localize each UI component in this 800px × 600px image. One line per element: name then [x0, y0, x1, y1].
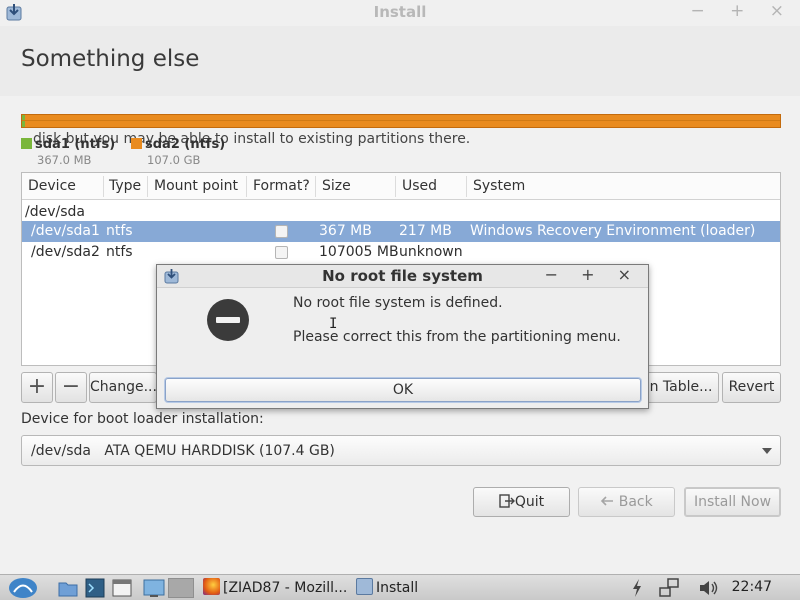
legend-size-sda2: 107.0 GB: [147, 153, 201, 167]
col-separator: [246, 176, 247, 197]
new-partition-table-button[interactable]: on Table...: [640, 372, 719, 403]
terminal-icon[interactable]: [85, 578, 105, 598]
window-titlebar: Install − + ×: [0, 0, 800, 26]
show-desktop-icon[interactable]: [143, 578, 165, 598]
cell-type: ntfs: [106, 244, 133, 260]
legend-swatch-sda1: [21, 138, 32, 149]
quit-icon: [499, 494, 515, 508]
window-title: Install: [373, 3, 427, 21]
revert-button[interactable]: Revert: [722, 372, 781, 403]
cell-size: 107005 MB: [319, 244, 399, 260]
workspace-switcher[interactable]: [168, 578, 194, 598]
legend-sda1: sda1 (ntfs) 367.0 MB: [21, 137, 115, 167]
cell-system: Windows Recovery Environment (loader): [470, 223, 756, 239]
col-size[interactable]: Size: [322, 178, 351, 194]
taskbar-item-firefox[interactable]: [ZIAD87 - Mozill...: [203, 576, 347, 600]
table-row[interactable]: /dev/sda2 ntfs 107005 MB unknown: [22, 242, 780, 263]
table-header: Device Type Mount point Format? Size Use…: [22, 173, 780, 200]
back-button[interactable]: Back: [578, 487, 675, 517]
clock[interactable]: 22:47: [732, 579, 772, 595]
col-separator: [315, 176, 316, 197]
legend-label-sda2: sda2 (ntfs): [145, 137, 226, 152]
table-row-group[interactable]: /dev/sda: [22, 202, 780, 223]
bootloader-device-value: /dev/sda ATA QEMU HARDDISK (107.4 GB): [31, 443, 335, 459]
volume-icon[interactable]: [698, 578, 720, 598]
install-now-button[interactable]: Install Now: [684, 487, 781, 517]
back-arrow-icon: [601, 496, 614, 506]
disk-bar-stripe: [22, 120, 780, 121]
cell-type: ntfs: [106, 223, 133, 239]
start-menu-icon[interactable]: [8, 577, 38, 599]
format-checkbox[interactable]: [275, 225, 288, 238]
table-row[interactable]: /dev/sda1 ntfs 367 MB 217 MB Windows Rec…: [22, 221, 780, 242]
chevron-down-icon: [762, 448, 772, 454]
bootloader-device-select[interactable]: /dev/sda ATA QEMU HARDDISK (107.4 GB): [21, 435, 781, 466]
page-title: Something else: [21, 46, 200, 72]
legend-sda2: sda2 (ntfs) 107.0 GB: [131, 137, 225, 167]
dialog-titlebar: No root file system − + ×: [157, 265, 648, 288]
cell-used: 217 MB: [399, 223, 452, 239]
error-dialog: No root file system − + × No root file s…: [156, 264, 649, 409]
page-header: Something else: [0, 26, 800, 96]
installer-icon: [356, 578, 373, 595]
col-separator: [147, 176, 148, 197]
add-partition-button[interactable]: +: [21, 372, 53, 403]
col-separator: [395, 176, 396, 197]
col-system[interactable]: System: [473, 178, 525, 194]
col-mount-point[interactable]: Mount point: [154, 178, 238, 194]
quit-button[interactable]: Quit: [473, 487, 570, 517]
cell-used: unknown: [399, 244, 463, 260]
taskbar-item-install-label: Install: [376, 580, 419, 596]
remove-partition-button[interactable]: −: [55, 372, 87, 403]
cell-size: 367 MB: [319, 223, 372, 239]
legend-size-sda1: 367.0 MB: [37, 153, 92, 167]
change-partition-button[interactable]: Change...: [89, 372, 157, 403]
row-group-device: /dev/sda: [25, 204, 85, 220]
network-icon[interactable]: [658, 578, 680, 598]
taskbar-item-firefox-label: [ZIAD87 - Mozill...: [223, 580, 348, 596]
col-separator: [103, 176, 104, 197]
back-label: Back: [618, 494, 653, 510]
power-icon[interactable]: [630, 578, 644, 598]
firefox-icon: [203, 578, 220, 595]
window-controls[interactable]: − + ×: [690, 1, 794, 21]
taskbar: [ZIAD87 - Mozill... Install 22:47: [0, 574, 800, 600]
col-format[interactable]: Format?: [253, 178, 310, 194]
cell-device: /dev/sda1: [31, 223, 100, 239]
col-used[interactable]: Used: [402, 178, 437, 194]
error-stop-icon: [207, 299, 249, 341]
cell-device: /dev/sda2: [31, 244, 100, 260]
ok-button[interactable]: OK: [165, 378, 641, 402]
dialog-message: No root file system is defined.: [293, 295, 503, 311]
format-checkbox[interactable]: [275, 246, 288, 259]
disk-bar-sda1-segment: [22, 115, 25, 127]
text-cursor-icon: I: [329, 316, 338, 332]
bootloader-label: Device for boot loader installation:: [21, 411, 264, 427]
col-device[interactable]: Device: [28, 178, 76, 194]
disk-usage-bar: [21, 114, 781, 128]
dialog-window-controls[interactable]: − + ×: [545, 265, 640, 284]
col-type[interactable]: Type: [109, 178, 141, 194]
col-separator: [466, 176, 467, 197]
window-icon[interactable]: [112, 578, 132, 598]
taskbar-item-install[interactable]: Install: [356, 576, 418, 600]
dialog-detail: Please correct this from the partitionin…: [293, 329, 621, 345]
legend-swatch-sda2: [131, 138, 142, 149]
quit-label: Quit: [514, 494, 545, 510]
file-manager-icon[interactable]: [58, 578, 78, 598]
legend-label-sda1: sda1 (ntfs): [35, 137, 116, 152]
